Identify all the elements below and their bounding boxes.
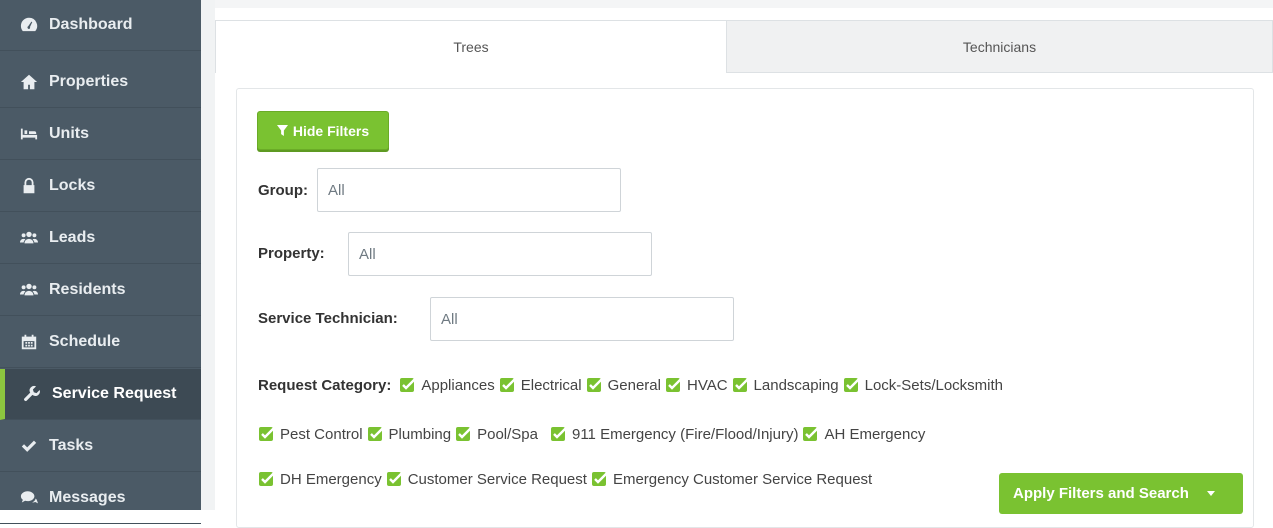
sidebar-item-label: Units [49,125,89,142]
category-checkbox-plumbing[interactable]: Plumbing [367,425,452,443]
category-checkbox-general[interactable]: General [586,376,661,394]
check-square-icon [259,472,275,486]
check-square-icon [259,427,275,441]
sidebar-item-label: Residents [49,281,126,298]
category-label: Lock-Sets/Locksmith [864,376,1004,394]
sidebar-item-messages[interactable]: Messages [0,473,201,524]
check-square-icon [591,472,608,486]
request-category-label: Request Category: [258,376,392,394]
category-checkbox-customer-service-request[interactable]: Customer Service Request [386,470,587,488]
tab-technicians[interactable]: Technicians [727,20,1273,73]
wrench-icon [21,385,43,403]
sidebar-item-dashboard[interactable]: Dashboard [0,0,201,51]
category-checkbox-emergency-customer-service-request[interactable]: Emergency Customer Service Request [591,470,872,488]
category-label: HVAC [686,376,728,394]
group-input[interactable] [317,168,621,212]
sidebar-item-units[interactable]: Units [0,109,201,160]
sidebar-item-label: Schedule [49,333,121,350]
caret-down-icon[interactable] [1206,491,1215,496]
content-gutter [201,0,215,510]
tab-label: Trees [453,39,489,55]
check-square-icon [732,378,749,392]
category-checkbox-lock-sets[interactable]: Lock-Sets/Locksmith [843,376,1003,394]
category-label: Customer Service Request [407,470,587,488]
category-checkbox-landscaping[interactable]: Landscaping [732,376,839,394]
lock-icon [18,177,40,195]
tab-bar: Trees Technicians [215,20,1273,73]
category-label: Appliances [421,376,495,394]
service-technician-input[interactable] [430,297,734,341]
check-square-icon [665,378,682,392]
category-label: Landscaping [753,376,839,394]
category-label: Electrical [520,376,582,394]
category-label: Emergency Customer Service Request [612,470,873,488]
calendar-icon [18,333,40,351]
check-square-icon [586,378,603,392]
sidebar-item-service-request[interactable]: Service Request [0,369,201,420]
category-checkbox-dh-emergency[interactable]: DH Emergency [258,470,382,488]
hide-filters-label: Hide Filters [292,122,370,139]
apply-filters-button[interactable]: Apply Filters and Search [999,473,1243,514]
check-icon [18,437,40,455]
category-checkbox-pest-control[interactable]: Pest Control [258,425,363,443]
category-checkbox-hvac[interactable]: HVAC [665,376,728,394]
property-label: Property: [258,245,325,262]
sidebar-item-label: Tasks [49,437,94,454]
category-label: DH Emergency [280,470,382,488]
category-checkbox-electrical[interactable]: Electrical [499,376,582,394]
check-square-icon [367,427,384,441]
check-square-icon [386,472,403,486]
tab-trees[interactable]: Trees [215,20,727,73]
tab-label: Technicians [962,38,1037,55]
sidebar-item-label: Messages [49,489,126,506]
category-label: General [607,376,661,394]
service-technician-label: Service Technician: [258,310,398,327]
category-label: Plumbing [388,425,452,443]
sidebar-item-leads[interactable]: Leads [0,213,201,264]
sidebar-item-properties[interactable]: Properties [0,57,201,108]
group-label: Group: [258,182,308,199]
category-checkbox-pool-spa[interactable]: Pool/Spa [455,425,538,443]
apply-filters-label: Apply Filters and Search [1013,485,1189,502]
category-checkbox-911-emergency[interactable]: 911 Emergency (Fire/Flood/Injury) [550,425,798,443]
check-square-icon [499,378,516,392]
category-label: AH Emergency [824,425,926,443]
check-square-icon [550,427,567,441]
category-label: Pool/Spa [477,425,538,443]
sidebar-item-tasks[interactable]: Tasks [0,421,201,472]
sidebar-item-locks[interactable]: Locks [0,161,201,212]
bed-icon [18,125,40,143]
request-category-row-3: DH Emergency Customer Service Request Em… [258,470,876,488]
sidebar-item-label: Service Request [52,385,177,402]
category-label: 911 Emergency (Fire/Flood/Injury) [571,425,799,443]
tachometer-icon [18,16,40,34]
category-checkbox-appliances[interactable]: Appliances [399,376,495,394]
sidebar-item-residents[interactable]: Residents [0,265,201,316]
filter-panel [236,88,1254,528]
sidebar-item-label: Locks [49,177,96,194]
hide-filters-button[interactable]: Hide Filters [257,111,389,150]
users-icon [18,281,40,299]
sidebar-item-label: Dashboard [49,16,133,33]
property-input[interactable] [348,232,652,276]
category-checkbox-ah-emergency[interactable]: AH Emergency [802,425,925,443]
check-square-icon [456,427,472,441]
top-strip [215,0,1273,8]
check-square-icon [400,378,417,392]
sidebar-item-schedule[interactable]: Schedule [0,317,201,368]
users-icon [18,229,40,247]
request-category-row-2: Pest Control Plumbing Pool/Spa 911 Emerg… [258,425,929,443]
filter-icon [276,125,288,136]
request-category-row-1: Request Category: Appliances Electrical … [258,376,1007,394]
category-label: Pest Control [280,425,363,443]
sidebar-item-label: Leads [49,229,96,246]
sidebar: Dashboard Properties Units Locks Leads R… [0,0,201,524]
check-square-icon [803,427,820,441]
check-square-icon [843,378,860,392]
home-icon [18,73,40,91]
comments-icon [18,489,40,507]
sidebar-item-label: Properties [49,73,129,90]
